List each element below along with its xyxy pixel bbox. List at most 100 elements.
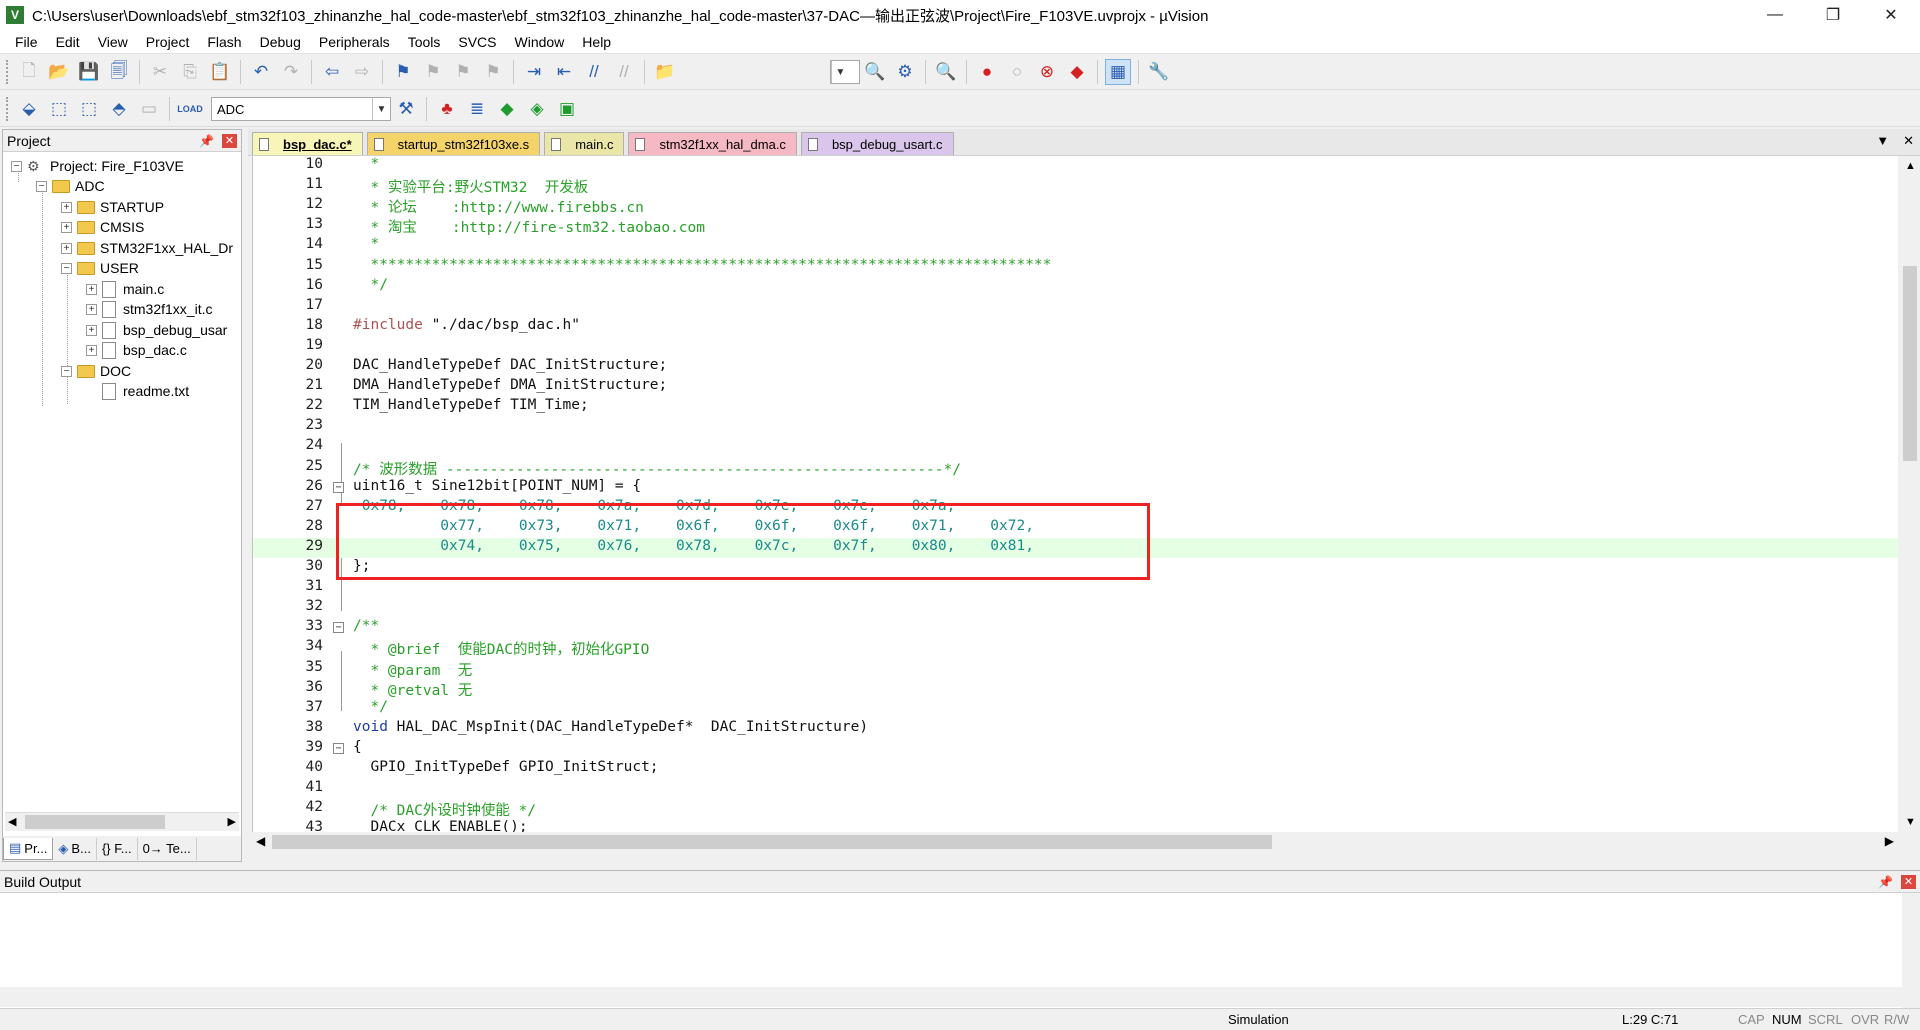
code-line[interactable]: 42 /* DAC外设时钟使能 */ (253, 799, 1898, 819)
menu-svcs[interactable]: SVCS (449, 34, 505, 50)
code-line[interactable]: 33−/** (253, 618, 1898, 638)
undo-icon[interactable]: ↶ (248, 59, 274, 85)
code-line[interactable]: 41 (253, 779, 1898, 799)
editor-tab[interactable]: main.c (544, 132, 625, 155)
collapse-icon[interactable]: − (11, 160, 22, 172)
rebuild-icon[interactable]: ⬚ (76, 96, 102, 122)
tree-group-doc[interactable]: − DOC (61, 361, 131, 381)
window-layout-icon[interactable]: ▦ (1105, 59, 1131, 85)
expand-icon[interactable]: + (86, 283, 97, 295)
code-line[interactable]: 13 * 淘宝 :http://fire-stm32.taobao.com (253, 216, 1898, 236)
menu-project[interactable]: Project (137, 34, 199, 50)
configure-icon[interactable]: 🔧 (1146, 59, 1172, 85)
pin-icon[interactable]: 📌 (1878, 875, 1893, 889)
build-output-vertical-scrollbar[interactable] (1902, 893, 1920, 1009)
redo-icon[interactable]: ↷ (278, 59, 304, 85)
scroll-right-icon[interactable]: ▶ (1885, 834, 1894, 848)
tree-group-user[interactable]: − USER (61, 258, 139, 278)
editor-tab[interactable]: startup_stm32f103xe.s (366, 132, 541, 155)
tree-file-it[interactable]: + stm32f1xx_it.c (86, 299, 212, 319)
expand-icon[interactable]: + (61, 201, 72, 213)
fold-collapse-icon[interactable]: − (333, 481, 344, 493)
menu-peripherals[interactable]: Peripherals (310, 34, 399, 50)
maximize-button[interactable]: ❐ (1804, 0, 1862, 30)
target-options-icon[interactable]: ⚒ (393, 96, 419, 122)
scroll-up-icon[interactable]: ▲ (1905, 160, 1916, 172)
tree-group-cmsis[interactable]: + CMSIS (61, 217, 144, 237)
menu-view[interactable]: View (89, 34, 137, 50)
comment-icon[interactable]: // (581, 59, 607, 85)
code-line[interactable]: 16 */ (253, 277, 1898, 297)
scrollbar-thumb[interactable] (25, 815, 165, 829)
build-icon[interactable]: ⬚ (46, 96, 72, 122)
minimize-button[interactable]: — (1746, 0, 1804, 30)
fold-collapse-icon[interactable]: − (333, 742, 344, 754)
code-line[interactable]: 18 #include "./dac/bsp_dac.h" (253, 317, 1898, 337)
editor-vertical-scrollbar[interactable]: ▲ ▼ (1900, 156, 1920, 832)
code-line[interactable]: 25 /* 波形数据 ------------------------------… (253, 458, 1898, 478)
editor-tab[interactable]: bsp_dac.c* (252, 132, 363, 155)
expand-icon[interactable]: + (86, 303, 97, 315)
code-line[interactable]: 11 * 实验平台:野火STM32 开发板 (253, 176, 1898, 196)
menu-flash[interactable]: Flash (198, 34, 250, 50)
scroll-right-icon[interactable]: ▶ (228, 815, 236, 828)
tree-project-root[interactable]: − ⚙ Project: Fire_F103VE (11, 156, 184, 176)
close-tab-icon[interactable]: ✕ (1903, 133, 1914, 149)
select-software-packs-icon[interactable]: ▣ (554, 96, 580, 122)
code-line[interactable]: 43 DACx_CLK_ENABLE(); (253, 819, 1898, 832)
scrollbar-thumb[interactable] (272, 835, 1272, 849)
disable-all-breakpoints-icon[interactable]: ◆ (1064, 59, 1090, 85)
indent-icon[interactable]: ⇥ (521, 59, 547, 85)
collapse-icon[interactable]: − (36, 180, 47, 192)
copy-icon[interactable]: ⎘ (177, 59, 203, 85)
build-output-horizontal-scrollbar[interactable] (0, 987, 1902, 1007)
tab-functions[interactable]: {} F... (97, 837, 138, 860)
scrollbar-thumb[interactable] (1903, 266, 1917, 461)
tab-project[interactable]: ▤ Pr... (3, 837, 54, 860)
expand-icon[interactable]: + (61, 242, 72, 254)
navigate-forward-icon[interactable]: ⇨ (349, 59, 375, 85)
code-line[interactable]: 34 * @brief 使能DAC的时钟，初始化GPIO (253, 638, 1898, 658)
expand-icon[interactable]: + (86, 324, 97, 336)
editor-horizontal-scrollbar[interactable]: ◀ ▶ (252, 832, 1898, 852)
code-line[interactable]: 22 TIM_HandleTypeDef TIM_Time; (253, 397, 1898, 417)
code-line[interactable]: 40 GPIO_InitTypeDef GPIO_InitStruct; (253, 759, 1898, 779)
tree-file-main[interactable]: + main.c (86, 279, 164, 299)
code-line[interactable]: 17 (253, 297, 1898, 317)
code-editor[interactable]: 10 * 11 * 实验平台:野火STM32 开发板 12 * 论坛 :http:/… (252, 156, 1898, 832)
translate-icon[interactable]: ⬙ (16, 96, 42, 122)
close-icon[interactable]: ✕ (1901, 874, 1916, 889)
code-line[interactable]: 35 * @param 无 (253, 659, 1898, 679)
code-line[interactable]: 36 * @retval 无 (253, 679, 1898, 699)
uncomment-icon[interactable]: // (611, 59, 637, 85)
code-line[interactable]: 39−{ (253, 739, 1898, 759)
disable-breakpoint-icon[interactable]: ○ (1004, 59, 1030, 85)
close-button[interactable]: ✕ (1862, 0, 1920, 30)
menu-edit[interactable]: Edit (47, 34, 89, 50)
toolbar-grip[interactable] (6, 60, 10, 84)
code-line[interactable]: 32 (253, 598, 1898, 618)
code-line[interactable]: 10 * (253, 156, 1898, 176)
stop-build-icon[interactable]: ▭ (136, 96, 162, 122)
tab-list-dropdown-icon[interactable]: ▼ (1876, 133, 1889, 149)
prev-bookmark-icon[interactable]: ⚑ (420, 59, 446, 85)
code-line[interactable]: 37 */ (253, 699, 1898, 719)
tree-group-hal-driver[interactable]: + STM32F1xx_HAL_Dr (61, 238, 233, 258)
code-line[interactable]: 19 (253, 337, 1898, 357)
close-icon[interactable]: ✕ (222, 133, 237, 148)
code-line[interactable]: 14 * (253, 236, 1898, 256)
new-file-icon[interactable]: 🗋 (16, 59, 42, 85)
tab-templates[interactable]: 0→ Te... (138, 837, 197, 860)
collapse-icon[interactable]: − (61, 365, 72, 377)
tree-horizontal-scrollbar[interactable]: ◀ ▶ (5, 812, 239, 831)
next-bookmark-icon[interactable]: ⚑ (450, 59, 476, 85)
unindent-icon[interactable]: ⇤ (551, 59, 577, 85)
menu-window[interactable]: Window (506, 34, 574, 50)
find-in-files-icon[interactable]: 📁 (652, 59, 678, 85)
kill-breakpoints-icon[interactable]: ⊗ (1034, 59, 1060, 85)
tree-file-readme[interactable]: readme.txt (102, 381, 189, 401)
tree-file-debug-usart[interactable]: + bsp_debug_usar (86, 320, 227, 340)
menu-tools[interactable]: Tools (399, 34, 450, 50)
incremental-find-icon[interactable]: ⚙ (892, 59, 918, 85)
chevron-down-icon[interactable]: ▼ (372, 98, 390, 120)
